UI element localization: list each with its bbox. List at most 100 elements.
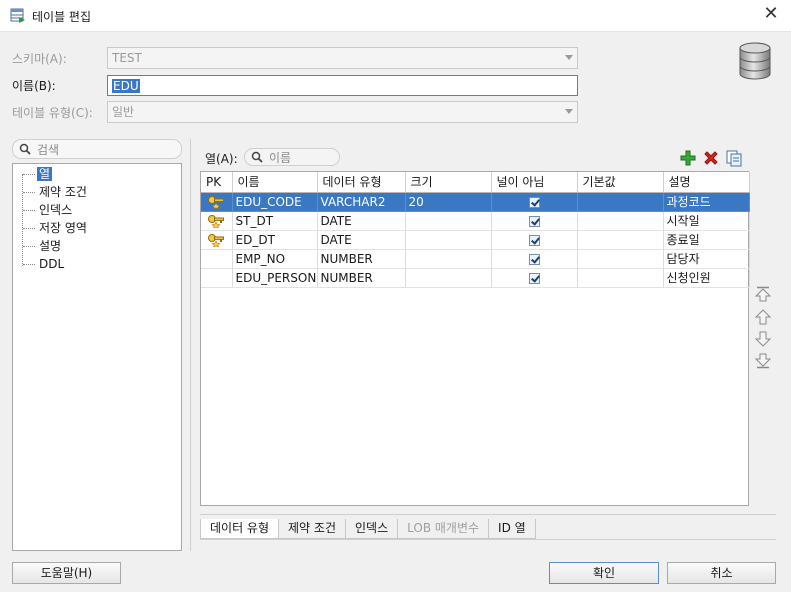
tab-constraints[interactable]: 제약 조건 (278, 519, 346, 539)
tab-indexes[interactable]: 인덱스 (345, 519, 399, 539)
header-name[interactable]: 이름 (232, 172, 318, 193)
sidebar-item-constraints[interactable]: 제약 조건 (23, 183, 89, 201)
pk-cell[interactable] (201, 211, 233, 231)
column-name-cell[interactable]: EMP_NO (232, 249, 318, 269)
table-type-value: 일반 (112, 105, 135, 119)
column-default-cell[interactable] (577, 268, 664, 288)
tab-lob-parameters: LOB 매개변수 (397, 519, 490, 539)
tab-data-type[interactable]: 데이터 유형 (200, 519, 280, 539)
not-null-checkbox[interactable] (528, 253, 540, 265)
not-null-cell[interactable] (491, 268, 578, 288)
primary-key-icon (208, 214, 225, 228)
column-comment-cell[interactable]: 신청인원 (663, 268, 750, 288)
column-comment-cell[interactable]: 시작일 (663, 211, 750, 231)
not-null-cell[interactable] (491, 211, 578, 231)
move-to-top-icon[interactable] (754, 285, 772, 303)
column-comment-cell[interactable]: 종료일 (663, 230, 750, 250)
not-null-cell[interactable] (491, 249, 578, 269)
column-size-cell[interactable] (405, 211, 492, 231)
column-name-cell[interactable]: EDU_CODE (232, 192, 318, 212)
pk-cell[interactable] (201, 192, 233, 212)
header-not-null[interactable]: 널이 아님 (491, 172, 578, 193)
not-null-cell[interactable] (491, 230, 578, 250)
not-null-checkbox[interactable] (528, 272, 540, 284)
header-size[interactable]: 크기 (405, 172, 492, 193)
sidebar-item-ddl[interactable]: DDL (23, 255, 66, 273)
move-up-icon[interactable] (754, 308, 772, 326)
primary-key-icon (208, 233, 225, 247)
ok-button[interactable]: 확인 (549, 562, 659, 584)
column-comment-cell[interactable]: 담당자 (663, 249, 750, 269)
header-pk[interactable]: PK (201, 172, 233, 193)
schema-value: TEST (112, 51, 142, 65)
move-down-icon[interactable] (754, 330, 772, 348)
schema-label: 스키마(A): (12, 52, 67, 66)
primary-key-icon (208, 195, 225, 209)
detail-tabs: 데이터 유형 제약 조건 인덱스 LOB 매개변수 ID 열 (200, 519, 536, 539)
table-edit-app-icon (10, 8, 25, 23)
table-type-select: 일반 (107, 101, 578, 123)
table-header-row: PK 이름 데이터 유형 크기 널이 아님 기본값 설명 (201, 172, 750, 193)
not-null-cell[interactable] (491, 192, 578, 212)
column-search-input[interactable]: 이름 (244, 148, 340, 166)
column-type-cell[interactable]: DATE (317, 230, 406, 250)
column-size-cell[interactable]: 20 (405, 192, 492, 212)
table-row[interactable]: ED_DT DATE 종료일 (201, 230, 750, 250)
header-data-type[interactable]: 데이터 유형 (317, 172, 406, 193)
window-title: 테이블 편집 (32, 10, 92, 24)
column-name-cell[interactable]: ST_DT (232, 211, 318, 231)
pk-cell[interactable] (201, 268, 233, 288)
help-button[interactable]: 도움말(H) (12, 562, 121, 584)
move-to-bottom-icon[interactable] (754, 352, 772, 370)
table-name-input[interactable]: EDU (107, 75, 578, 96)
column-search-placeholder: 이름 (269, 151, 292, 165)
red-x-icon[interactable] (702, 149, 720, 167)
tab-identity-column[interactable]: ID 열 (488, 519, 536, 539)
column-type-cell[interactable]: DATE (317, 211, 406, 231)
column-size-cell[interactable] (405, 268, 492, 288)
chevron-down-icon (565, 55, 573, 60)
tab-separator (200, 514, 776, 515)
table-row[interactable]: EMP_NO NUMBER 담당자 (201, 249, 750, 269)
not-null-checkbox[interactable] (528, 215, 540, 227)
table-row[interactable]: EDU_CODE VARCHAR2 20 과정코드 (201, 192, 750, 212)
sidebar-search-input[interactable]: 검색 (12, 139, 182, 159)
search-icon (251, 151, 263, 163)
schema-select: TEST (107, 47, 578, 69)
column-type-cell[interactable]: NUMBER (317, 249, 406, 269)
cancel-button[interactable]: 취소 (667, 562, 776, 584)
table-row[interactable]: ST_DT DATE 시작일 (201, 211, 750, 231)
not-null-checkbox[interactable] (528, 196, 540, 208)
column-type-cell[interactable]: NUMBER (317, 268, 406, 288)
sidebar-item-columns[interactable]: 열 (23, 165, 53, 183)
title-bar (0, 0, 791, 32)
header-comment[interactable]: 설명 (663, 172, 750, 193)
database-icon (739, 42, 771, 80)
name-label: 이름(B): (12, 79, 56, 93)
close-icon[interactable]: ✕ (758, 4, 784, 26)
column-default-cell[interactable] (577, 249, 664, 269)
table-row[interactable]: EDU_PERSON NUMBER 신청인원 (201, 268, 750, 288)
pk-cell[interactable] (201, 249, 233, 269)
sidebar-item-storage[interactable]: 저장 영역 (23, 219, 89, 237)
column-default-cell[interactable] (577, 211, 664, 231)
column-name-cell[interactable]: EDU_PERSON (232, 268, 318, 288)
sidebar-item-indexes[interactable]: 인덱스 (23, 201, 74, 219)
table-type-label: 테이블 유형(C): (12, 106, 93, 120)
plus-icon[interactable] (679, 149, 697, 167)
column-default-cell[interactable] (577, 230, 664, 250)
column-comment-cell[interactable]: 과정코드 (663, 192, 750, 212)
panel-divider[interactable] (190, 139, 191, 551)
not-null-checkbox[interactable] (528, 234, 540, 246)
header-default[interactable]: 기본값 (577, 172, 664, 193)
copy-icon[interactable] (725, 149, 743, 167)
column-size-cell[interactable] (405, 249, 492, 269)
column-size-cell[interactable] (405, 230, 492, 250)
columns-label: 열(A): (205, 152, 238, 166)
pk-cell[interactable] (201, 230, 233, 250)
sidebar-item-comment[interactable]: 설명 (23, 237, 63, 255)
column-name-cell[interactable]: ED_DT (232, 230, 318, 250)
column-default-cell[interactable] (577, 192, 664, 212)
sidebar-search-placeholder: 검색 (37, 143, 60, 157)
column-type-cell[interactable]: VARCHAR2 (317, 192, 406, 212)
